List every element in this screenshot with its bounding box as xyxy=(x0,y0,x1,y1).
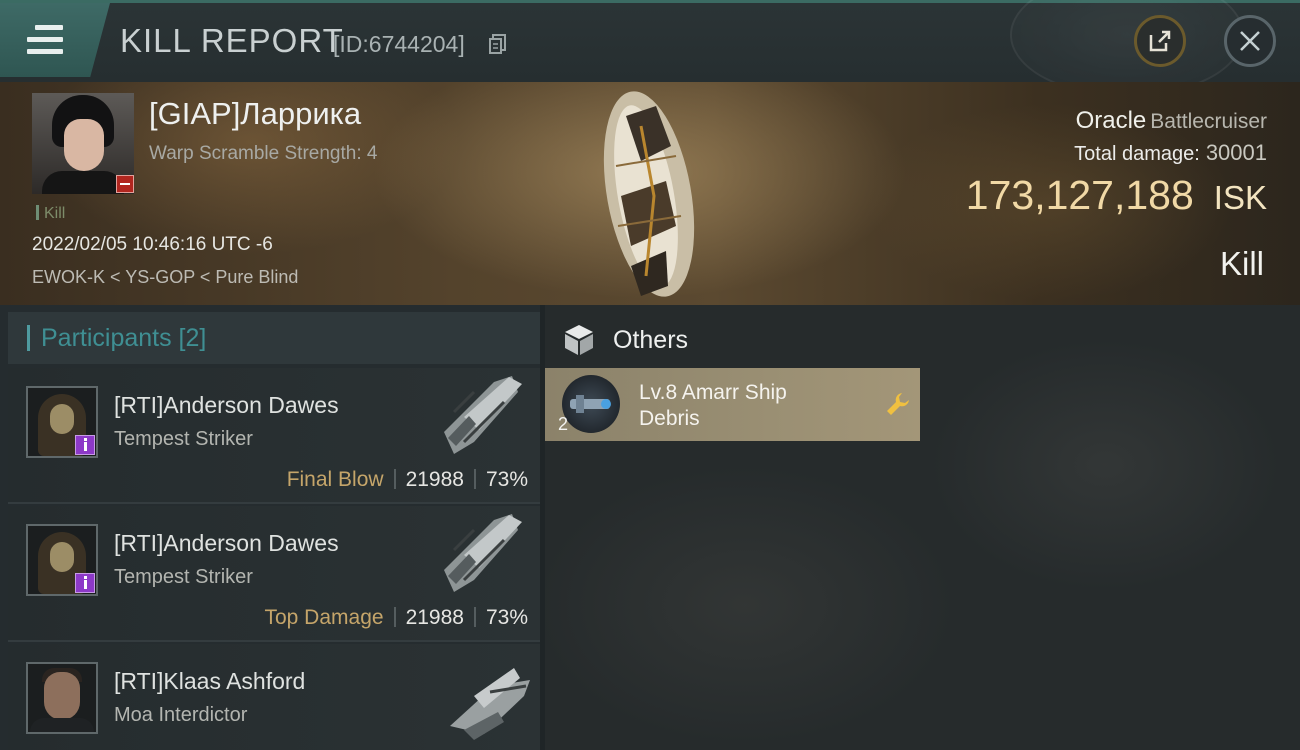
debris-icon xyxy=(570,395,611,413)
item-name: Lv.8 Amarr Ship Debris xyxy=(639,381,787,430)
close-button[interactable] xyxy=(1224,15,1276,67)
wrench-icon[interactable] xyxy=(885,391,911,417)
item-thumbnail xyxy=(562,375,620,433)
negative-standing-badge xyxy=(116,175,134,193)
page-title: KILL REPORT xyxy=(120,22,344,59)
participants-header: Participants [2] xyxy=(8,312,540,364)
participant-avatar[interactable] xyxy=(26,662,98,734)
victim-ship-name[interactable]: Oracle xyxy=(1076,107,1147,134)
share-icon xyxy=(1149,30,1171,52)
total-damage-value: 30001 xyxy=(1205,140,1267,165)
participant-role: Final Blow xyxy=(286,468,384,491)
info-badge-icon xyxy=(75,435,95,455)
kill-tag: Kill xyxy=(36,205,65,223)
item-quantity: 2 xyxy=(558,414,569,434)
warp-scramble-strength: Warp Scramble Strength: 4 xyxy=(149,143,378,164)
participant-stats: Final Blow 21988 73% xyxy=(287,468,528,492)
info-badge-icon xyxy=(75,573,95,593)
participant-name: [RTI]Klaas Ashford xyxy=(114,668,306,694)
total-damage-label: Total damage: xyxy=(1074,143,1200,165)
participant-damage: 21988 xyxy=(405,468,464,491)
total-damage-line: Total damage: 30001 xyxy=(1074,140,1267,166)
participant-stats: Top Damage 21988 73% xyxy=(264,606,528,630)
participants-label: Participants [2] xyxy=(41,324,207,352)
participant-percent: 73% xyxy=(485,468,528,491)
participant-ship-image xyxy=(444,514,522,592)
dropped-item-card[interactable]: 2 Lv.8 Amarr Ship Debris xyxy=(545,368,920,441)
participant-role: Top Damage xyxy=(264,606,384,629)
kill-datetime: 2022/02/05 10:46:16 UTC -6 xyxy=(32,234,273,255)
isk-amount: 173,127,188 xyxy=(965,172,1194,218)
participant-row[interactable]: [RTI]Klaas Ashford Moa Interdictor xyxy=(8,644,540,750)
isk-unit: ISK xyxy=(1213,179,1267,216)
participant-name: [RTI]Anderson Dawes xyxy=(114,392,339,418)
participant-row[interactable]: [RTI]Anderson Dawes Tempest Striker Fina… xyxy=(8,368,540,504)
hamburger-icon xyxy=(27,25,63,61)
victim-ship-image xyxy=(603,91,695,297)
isk-value-line: 173,127,188 ISK xyxy=(966,172,1267,219)
participant-row[interactable]: [RTI]Anderson Dawes Tempest Striker Top … xyxy=(8,506,540,642)
participant-ship: Tempest Striker xyxy=(114,566,253,588)
victim-ship-line: Oracle Battlecruiser xyxy=(1076,107,1267,135)
close-icon xyxy=(1240,31,1260,51)
kill-location[interactable]: EWOK-K < YS-GOP < Pure Blind xyxy=(32,267,298,288)
participant-ship: Moa Interdictor xyxy=(114,704,248,726)
others-label: Others xyxy=(613,326,689,354)
participant-ship: Tempest Striker xyxy=(114,428,253,450)
copy-icon[interactable] xyxy=(489,34,507,54)
share-button[interactable] xyxy=(1134,15,1186,67)
section-marker xyxy=(27,325,30,351)
participant-damage: 21988 xyxy=(405,606,464,629)
participant-ship-image xyxy=(444,376,522,454)
cube-icon xyxy=(565,325,593,355)
participant-percent: 73% xyxy=(485,606,528,629)
participant-name: [RTI]Anderson Dawes xyxy=(114,530,339,556)
participant-ship-image xyxy=(450,668,530,740)
victim-ship-class: Battlecruiser xyxy=(1150,110,1267,133)
victim-name[interactable]: [GIAP]Ларрика xyxy=(149,96,361,132)
report-id: [ID:6744204] xyxy=(333,31,465,57)
kill-result: Kill xyxy=(1219,245,1264,282)
